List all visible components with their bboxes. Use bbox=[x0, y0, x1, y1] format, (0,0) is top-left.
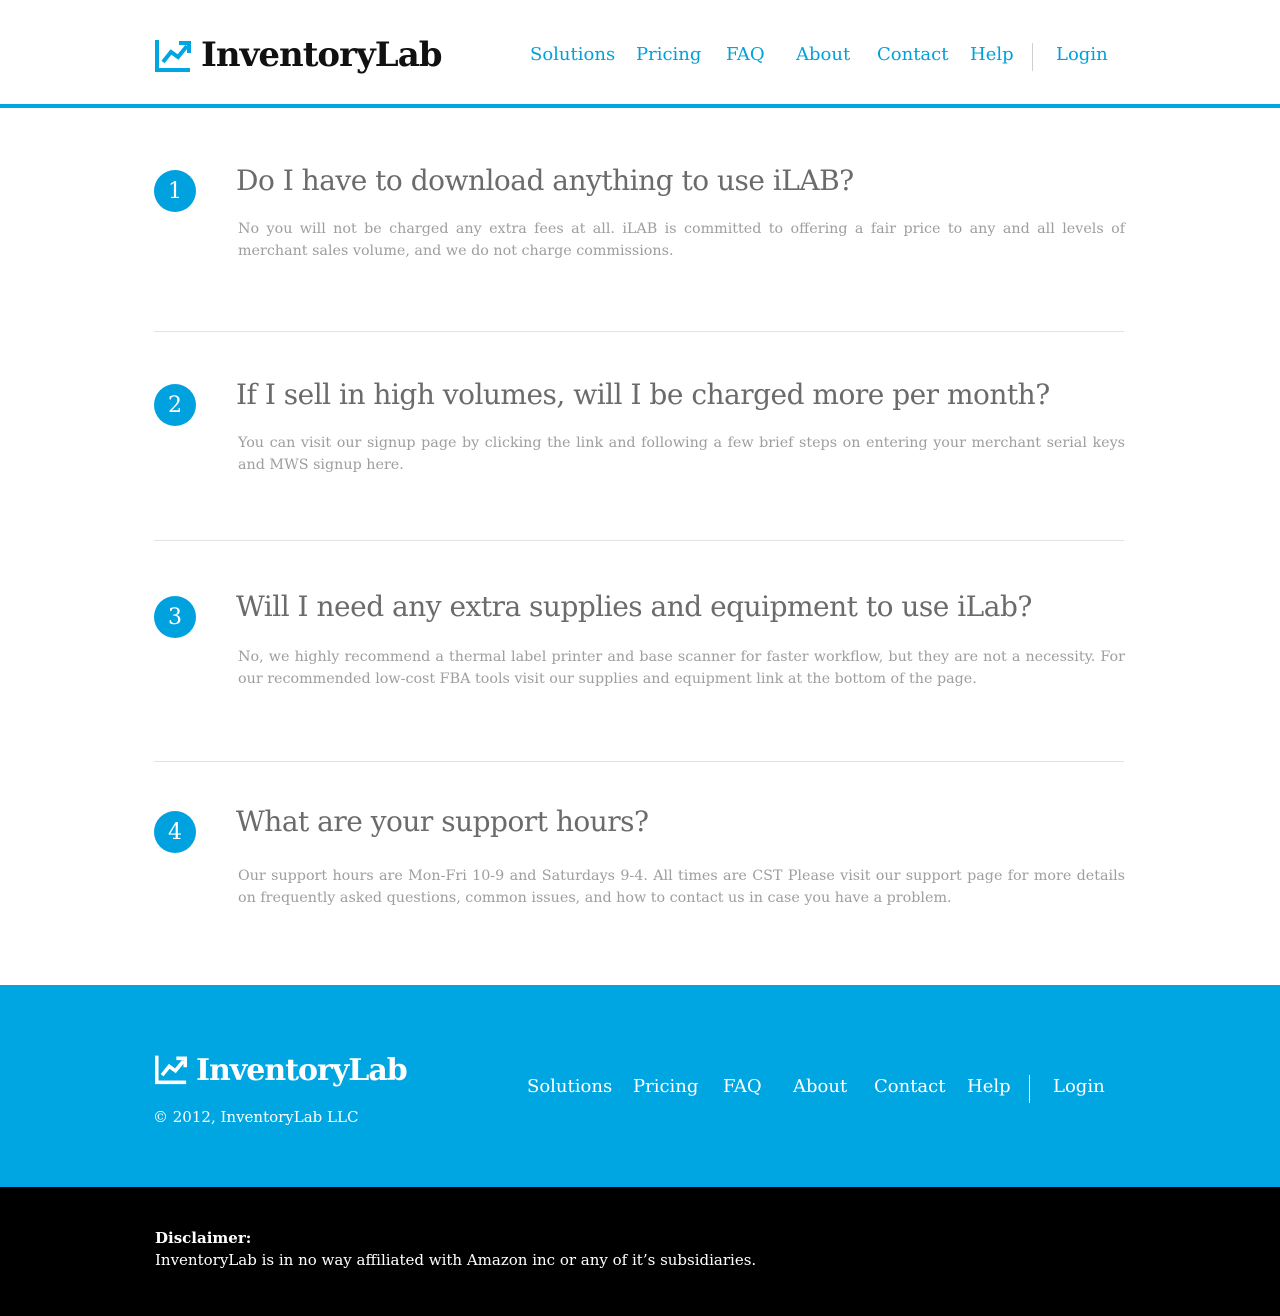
disclaimer-text: InventoryLab is in no way affiliated wit… bbox=[155, 1251, 757, 1269]
disclaimer-title: Disclaimer: bbox=[155, 1229, 252, 1247]
faq-question: Will I need any extra supplies and equip… bbox=[236, 590, 1032, 623]
faq-question: What are your support hours? bbox=[236, 805, 649, 838]
faq-question: If I sell in high volumes, will I be cha… bbox=[236, 378, 1050, 411]
faq-answer: Our support hours are Mon-Fri 10-9 and S… bbox=[238, 868, 1125, 906]
footer-nav-pricing[interactable]: Pricing bbox=[633, 1076, 698, 1097]
footer-nav-about[interactable]: About bbox=[793, 1076, 847, 1097]
faq-divider bbox=[154, 331, 1124, 332]
site-header: InventoryLab Solutions Pricing FAQ About… bbox=[0, 0, 1280, 108]
footer-nav-login[interactable]: Login bbox=[1053, 1076, 1105, 1097]
nav-divider bbox=[1032, 43, 1033, 71]
faq-answer: You can visit our signup page by clickin… bbox=[238, 435, 1125, 473]
footer-nav-divider bbox=[1029, 1075, 1030, 1103]
faq-number-badge: 3 bbox=[154, 596, 196, 638]
nav-solutions[interactable]: Solutions bbox=[530, 44, 615, 65]
footer-nav-contact[interactable]: Contact bbox=[874, 1076, 945, 1097]
nav-pricing[interactable]: Pricing bbox=[636, 44, 701, 65]
nav-help[interactable]: Help bbox=[970, 44, 1014, 65]
nav-contact[interactable]: Contact bbox=[877, 44, 948, 65]
nav-login[interactable]: Login bbox=[1056, 44, 1108, 65]
faq-answer: No you will not be charged any extra fee… bbox=[238, 221, 1125, 259]
faq-divider bbox=[154, 540, 1124, 541]
site-footer: InventoryLab © 2012, InventoryLab LLC So… bbox=[0, 985, 1280, 1187]
nav-faq[interactable]: FAQ bbox=[726, 44, 765, 65]
faq-number-badge: 2 bbox=[154, 384, 196, 426]
faq-answer: No, we highly recommend a thermal label … bbox=[238, 649, 1125, 687]
copyright: © 2012, InventoryLab LLC bbox=[153, 1108, 359, 1126]
footer-nav-solutions[interactable]: Solutions bbox=[527, 1076, 612, 1097]
faq-number-badge: 4 bbox=[154, 811, 196, 853]
faq-question: Do I have to download anything to use iL… bbox=[236, 164, 854, 197]
faq-number-badge: 1 bbox=[154, 170, 196, 212]
disclaimer-bar: Disclaimer: InventoryLab is in no way af… bbox=[0, 1187, 1280, 1316]
footer-nav-faq[interactable]: FAQ bbox=[723, 1076, 762, 1097]
footer-nav: Solutions Pricing FAQ About Contact Help… bbox=[0, 1072, 1280, 1104]
main-nav: Solutions Pricing FAQ About Contact Help… bbox=[0, 40, 1280, 72]
faq-divider bbox=[154, 761, 1124, 762]
nav-about[interactable]: About bbox=[796, 44, 850, 65]
footer-nav-help[interactable]: Help bbox=[967, 1076, 1011, 1097]
